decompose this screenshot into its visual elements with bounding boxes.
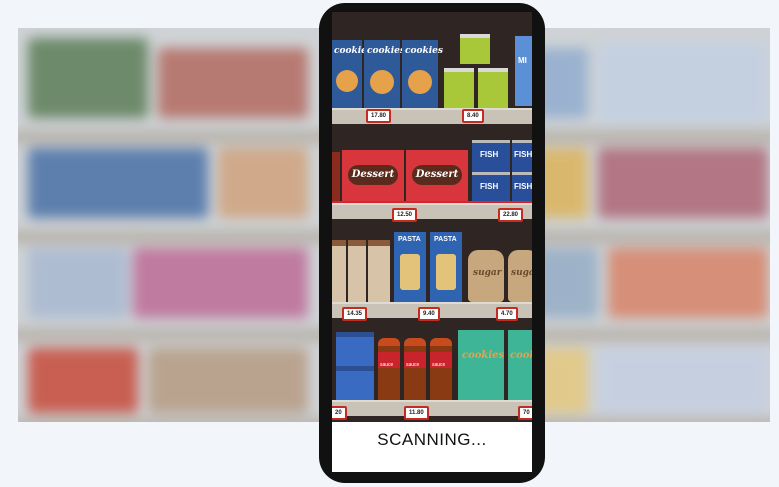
scan-line: [332, 201, 532, 203]
price-tag: 12.50: [392, 208, 418, 222]
milk-carton: MI: [515, 36, 532, 106]
fish-can: FISH: [512, 140, 532, 173]
price-tag: 8.40: [462, 109, 484, 123]
sugar-sack: sugar: [468, 250, 504, 302]
milk-bottle: [348, 240, 366, 308]
sauce-bottle: sauce: [404, 338, 426, 406]
sauce-bottle: sauce: [378, 338, 400, 406]
fish-can: FISH: [472, 140, 510, 173]
milk-bottle: [368, 240, 390, 308]
pasta-box: PASTA: [430, 232, 462, 302]
price-tag: 9.40: [418, 307, 440, 321]
scanned-shelf-view: cookies cookies cookies MI 17.80 8.40 De…: [332, 12, 532, 422]
scanning-status-text: SCANNING...: [377, 430, 487, 449]
yogurt-cup: [460, 34, 490, 64]
phone-screen: cookies cookies cookies MI 17.80 8.40 De…: [332, 12, 532, 472]
sauce-bottle: sauce: [430, 338, 452, 406]
jar: [332, 152, 340, 202]
cookie-box: cookies: [364, 40, 405, 108]
jam-jar: [336, 366, 374, 403]
yogurt-cup: [444, 68, 474, 108]
cookie-box-green: cookies: [458, 330, 504, 400]
cookie-box-green: cookies: [508, 330, 532, 400]
price-tag: 4.70: [496, 307, 518, 321]
price-tag: 11.80: [404, 406, 429, 420]
price-tag: 20: [332, 406, 347, 420]
price-tag: 70: [518, 406, 532, 420]
shelf-board-4: [332, 400, 532, 416]
dessert-box: Dessert: [406, 150, 468, 202]
yogurt-cup: [478, 68, 508, 108]
pasta-box: PASTA: [394, 232, 426, 302]
price-tag: 14.35: [342, 307, 368, 321]
sugar-sack: sugar: [508, 250, 532, 302]
cookie-box: cookies: [332, 40, 372, 108]
price-tag: 17.80: [366, 109, 392, 123]
price-tag: 22.80: [498, 208, 524, 222]
jam-jar: [336, 332, 374, 369]
milk-bottle: [332, 240, 346, 308]
dessert-box: Dessert: [342, 150, 404, 202]
shelf-board-1: [332, 108, 532, 124]
cookie-box: cookies: [402, 40, 443, 108]
